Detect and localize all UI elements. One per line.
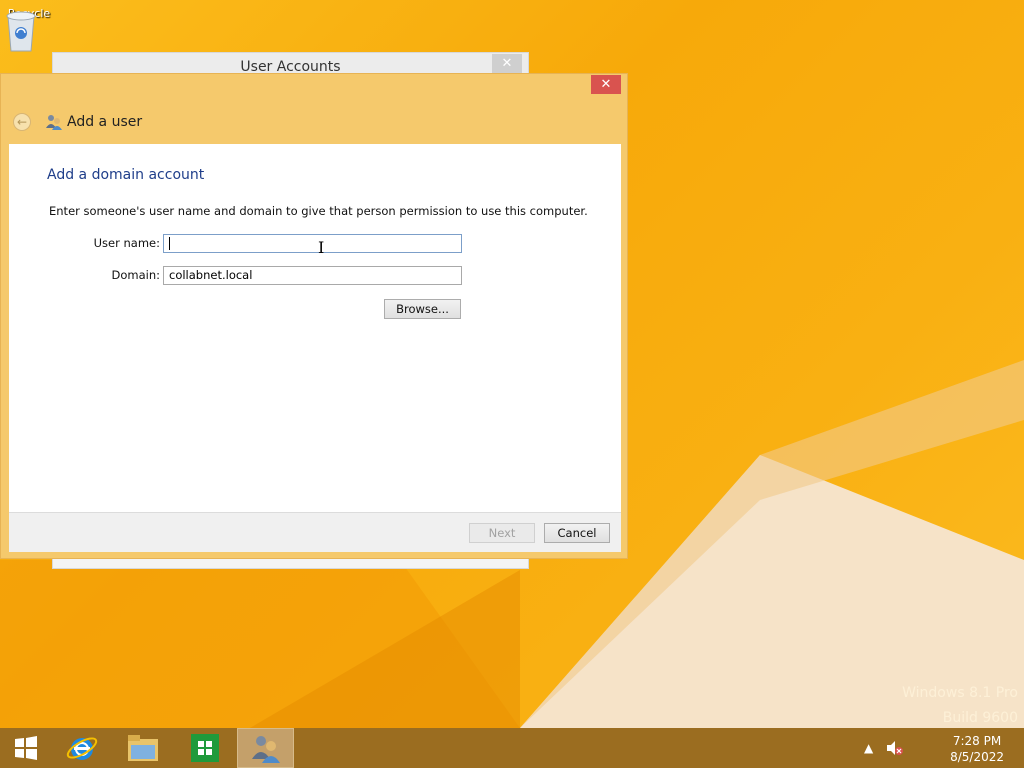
store-icon xyxy=(191,734,219,762)
back-arrow-icon[interactable]: ← xyxy=(13,113,31,131)
clock-date: 8/5/2022 xyxy=(950,750,1004,764)
cancel-button[interactable]: Cancel xyxy=(544,523,610,543)
dialog-content: Add a domain account Enter someone's use… xyxy=(9,144,621,512)
internet-explorer-icon xyxy=(66,737,98,760)
taskbar-internet-explorer[interactable] xyxy=(58,728,106,768)
domain-label: Domain: xyxy=(111,268,161,282)
dialog-close-button[interactable]: ✕ xyxy=(591,75,621,94)
dialog-nav: ← Add a user xyxy=(13,112,142,132)
page-description: Enter someone's user name and domain to … xyxy=(49,204,588,218)
taskbar-clock[interactable]: 7:28 PM 8/5/2022 xyxy=(950,733,1004,765)
show-hidden-icons-chevron-icon[interactable]: ▲ xyxy=(864,741,873,755)
nav-title: Add a user xyxy=(67,114,143,130)
file-explorer-icon xyxy=(128,735,158,761)
recycle-bin-icon xyxy=(6,11,36,52)
windows-start-icon xyxy=(15,736,37,760)
browse-button[interactable]: Browse... xyxy=(384,299,461,319)
taskbar-user-accounts[interactable] xyxy=(237,728,294,768)
add-user-dialog: ✕ ← Add a user Add a domain account Ente… xyxy=(0,73,628,559)
clock-time: 7:28 PM xyxy=(952,734,1002,748)
users-icon xyxy=(46,115,62,130)
taskbar-file-explorer[interactable] xyxy=(119,728,167,768)
page-heading: Add a domain account xyxy=(47,167,205,183)
watermark-build: Build 9600 xyxy=(942,710,1018,726)
text-caret xyxy=(169,237,170,250)
ibeam-cursor-icon: I xyxy=(318,238,325,257)
speaker-muted-icon[interactable] xyxy=(886,740,904,756)
username-input[interactable] xyxy=(163,234,462,253)
recycle-bin[interactable]: Recycle xyxy=(4,6,54,52)
close-button[interactable]: ✕ xyxy=(492,54,522,73)
next-button[interactable]: Next xyxy=(469,523,535,543)
user-accounts-icon xyxy=(251,736,280,763)
dialog-footer: Next Cancel xyxy=(9,512,621,552)
taskbar-store[interactable] xyxy=(181,728,229,768)
domain-input[interactable]: collabnet.local xyxy=(163,266,462,285)
taskbar: ▲ 7:28 PM 8/5/2022 xyxy=(0,728,1024,768)
username-label: User name: xyxy=(93,236,160,250)
watermark-edition: Windows 8.1 Pro xyxy=(902,685,1018,701)
start-button[interactable] xyxy=(6,728,46,768)
